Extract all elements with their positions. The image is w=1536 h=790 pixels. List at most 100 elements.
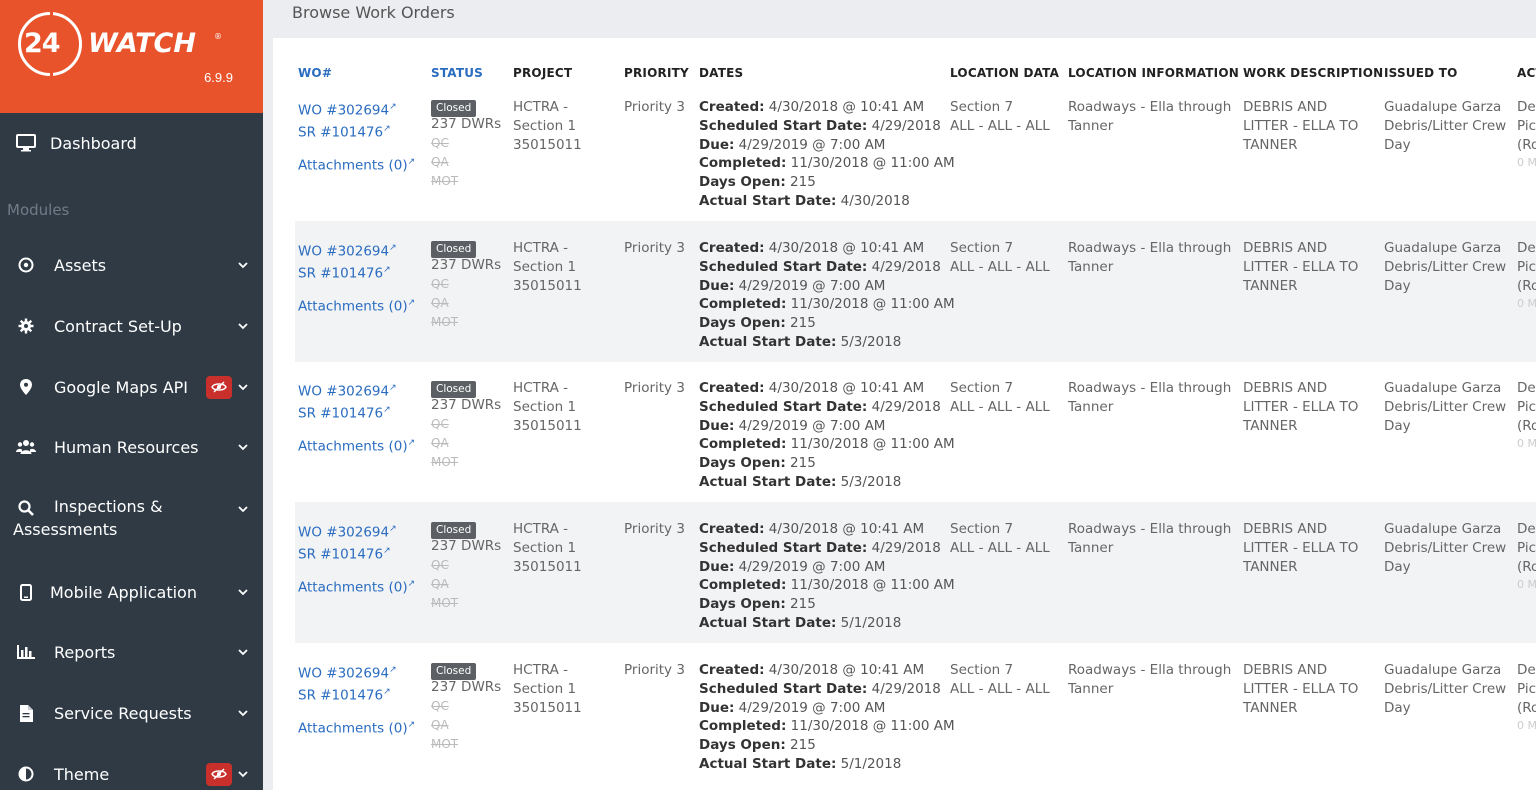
qa-label: QA <box>431 576 449 591</box>
eye-slash-badge[interactable] <box>206 375 232 399</box>
wo-link[interactable]: WO #302694 <box>298 244 389 260</box>
table-row: WO #302694↗ SR #101476↗ Attachments (0)↗ Cl… <box>295 361 1536 502</box>
qa-label: QA <box>431 295 449 310</box>
location-info-line-2: Tanner <box>1068 398 1114 415</box>
location-data-cell: Section 7 ALL - ALL - ALL <box>950 520 1050 558</box>
project-line-3: 35015011 <box>513 558 582 575</box>
completed-label: Completed: <box>699 718 787 735</box>
location-line-2: ALL - ALL - ALL <box>950 539 1050 556</box>
nav-assets[interactable]: Assets <box>0 237 263 293</box>
issued-to-line-3: Day <box>1384 417 1411 434</box>
sidebar: 24 WATCH ® 6.9.9 Dashboard Modules Asset… <box>0 0 263 790</box>
nav-theme[interactable]: Theme <box>0 746 263 790</box>
location-info-cell: Roadways - Ella through Tanner <box>1068 661 1231 699</box>
wo-link[interactable]: WO #302694 <box>298 384 389 400</box>
scheduled-start-value: 4/29/2018 <box>867 117 941 134</box>
nav-mobile-application[interactable]: Mobile Application <box>0 564 263 620</box>
scheduled-start-label: Scheduled Start Date: <box>699 539 868 556</box>
main-content: Browse Work Orders WO# STATUS PROJECT PR… <box>263 0 1536 790</box>
work-description-cell: DEBRIS AND LITTER - ELLA TO TANNER <box>1243 661 1358 717</box>
table-row: WO #302694↗ SR #101476↗ Attachments (0)↗ Cl… <box>295 502 1536 643</box>
actual-start-label: Actual Start Date: <box>699 614 837 631</box>
wo-link[interactable]: WO #302694 <box>298 525 389 541</box>
nav-theme-label: Theme <box>54 764 110 784</box>
external-link-icon: ↗ <box>407 297 416 308</box>
work-desc-line-1: DEBRIS AND <box>1243 521 1328 537</box>
actions-line-1: De <box>1517 521 1536 537</box>
priority-cell: Priority 3 <box>624 99 685 115</box>
sr-link[interactable]: SR #101476 <box>298 406 383 422</box>
project-line-1: HCTRA - <box>513 99 569 115</box>
sr-link[interactable]: SR #101476 <box>298 547 383 563</box>
location-info-line-2: Tanner <box>1068 117 1114 134</box>
column-header-status[interactable]: STATUS <box>431 66 483 80</box>
compass-icon <box>15 254 37 276</box>
nav-service-requests[interactable]: Service Requests <box>0 685 263 741</box>
file-icon <box>15 702 37 724</box>
days-open-value: 215 <box>785 737 816 754</box>
actions-line-3: (Ro <box>1517 136 1536 153</box>
nav-google-maps-api[interactable]: Google Maps API <box>0 359 263 415</box>
project-line-1: HCTRA - <box>513 521 569 537</box>
sr-link[interactable]: SR #101476 <box>298 688 383 704</box>
issued-to-line-2: Debris/Litter Crew <box>1384 539 1507 556</box>
nav-inspections-label-line2: Assessments <box>13 520 118 539</box>
column-header-dates: DATES <box>699 66 744 80</box>
modules-heading: Modules <box>7 201 70 219</box>
scheduled-start-value: 4/29/2018 <box>867 539 941 556</box>
actual-start-value: 5/1/2018 <box>836 614 902 631</box>
location-line-2: ALL - ALL - ALL <box>950 258 1050 275</box>
nav-inspections-assessments[interactable]: Inspections & Assessments <box>0 480 263 560</box>
dates-cell: Created: 4/30/2018 @ 10:41 AM Scheduled S… <box>699 520 955 633</box>
project-line-2: Section 1 <box>513 398 577 415</box>
nav-reports[interactable]: Reports <box>0 624 263 680</box>
attachments-link[interactable]: Attachments (0) <box>298 157 408 173</box>
due-label: Due: <box>699 699 735 716</box>
column-header-location-data: LOCATION DATA <box>950 66 1060 80</box>
wo-link[interactable]: WO #302694 <box>298 103 389 119</box>
table-row: WO #302694↗ SR #101476↗ Attachments (0)↗ Cl… <box>295 643 1536 784</box>
column-header-location-information: LOCATION INFORMATION <box>1068 66 1239 80</box>
attachments-link[interactable]: Attachments (0) <box>298 720 408 736</box>
issued-to-line-2: Debris/Litter Crew <box>1384 680 1507 697</box>
chevron-down-icon <box>238 384 248 391</box>
location-line-1: Section 7 <box>950 521 1014 537</box>
scheduled-start-value: 4/29/2018 <box>867 258 941 275</box>
app-version: 6.9.9 <box>204 70 233 85</box>
app-logo[interactable]: 24 WATCH ® <box>18 9 228 79</box>
column-header-wo[interactable]: WO# <box>298 66 332 80</box>
work-desc-line-1: DEBRIS AND <box>1243 662 1328 678</box>
attachments-link[interactable]: Attachments (0) <box>298 579 408 595</box>
chevron-down-icon <box>238 649 248 656</box>
issued-to-cell: Guadalupe Garza Debris/Litter Crew Day <box>1384 239 1506 295</box>
actions-cell: De Pic (Ro 0 M <box>1517 98 1536 173</box>
sr-link[interactable]: SR #101476 <box>298 125 383 141</box>
due-label: Due: <box>699 136 735 153</box>
external-link-icon: ↗ <box>383 546 391 557</box>
chevron-down-icon <box>238 771 248 778</box>
completed-value: 11/30/2018 @ 11:00 AM <box>786 718 955 735</box>
completed-label: Completed: <box>699 577 787 594</box>
location-data-cell: Section 7 ALL - ALL - ALL <box>950 661 1050 699</box>
actions-line-2: Pic <box>1517 398 1536 415</box>
created-value: 4/30/2018 @ 10:41 AM <box>764 240 925 256</box>
users-icon <box>15 436 37 458</box>
nav-dashboard[interactable]: Dashboard <box>0 113 263 173</box>
actions-line-4: 0 M <box>1517 297 1536 311</box>
external-link-icon: ↗ <box>407 719 416 730</box>
attachments-link[interactable]: Attachments (0) <box>298 438 408 454</box>
due-value: 4/29/2019 @ 7:00 AM <box>734 558 886 575</box>
actual-start-label: Actual Start Date: <box>699 755 837 772</box>
mot-label: MOT <box>431 736 459 751</box>
work-desc-line-1: DEBRIS AND <box>1243 99 1328 115</box>
mot-label: MOT <box>431 595 459 610</box>
nav-contract-setup[interactable]: Contract Set-Up <box>0 298 263 354</box>
nav-human-resources[interactable]: Human Resources <box>0 419 263 475</box>
eye-slash-badge[interactable] <box>206 762 232 786</box>
wo-link[interactable]: WO #302694 <box>298 666 389 682</box>
completed-value: 11/30/2018 @ 11:00 AM <box>786 436 955 453</box>
sr-link[interactable]: SR #101476 <box>298 266 383 282</box>
attachments-link[interactable]: Attachments (0) <box>298 298 408 314</box>
mot-label: MOT <box>431 454 459 469</box>
completed-value: 11/30/2018 @ 11:00 AM <box>786 155 955 172</box>
